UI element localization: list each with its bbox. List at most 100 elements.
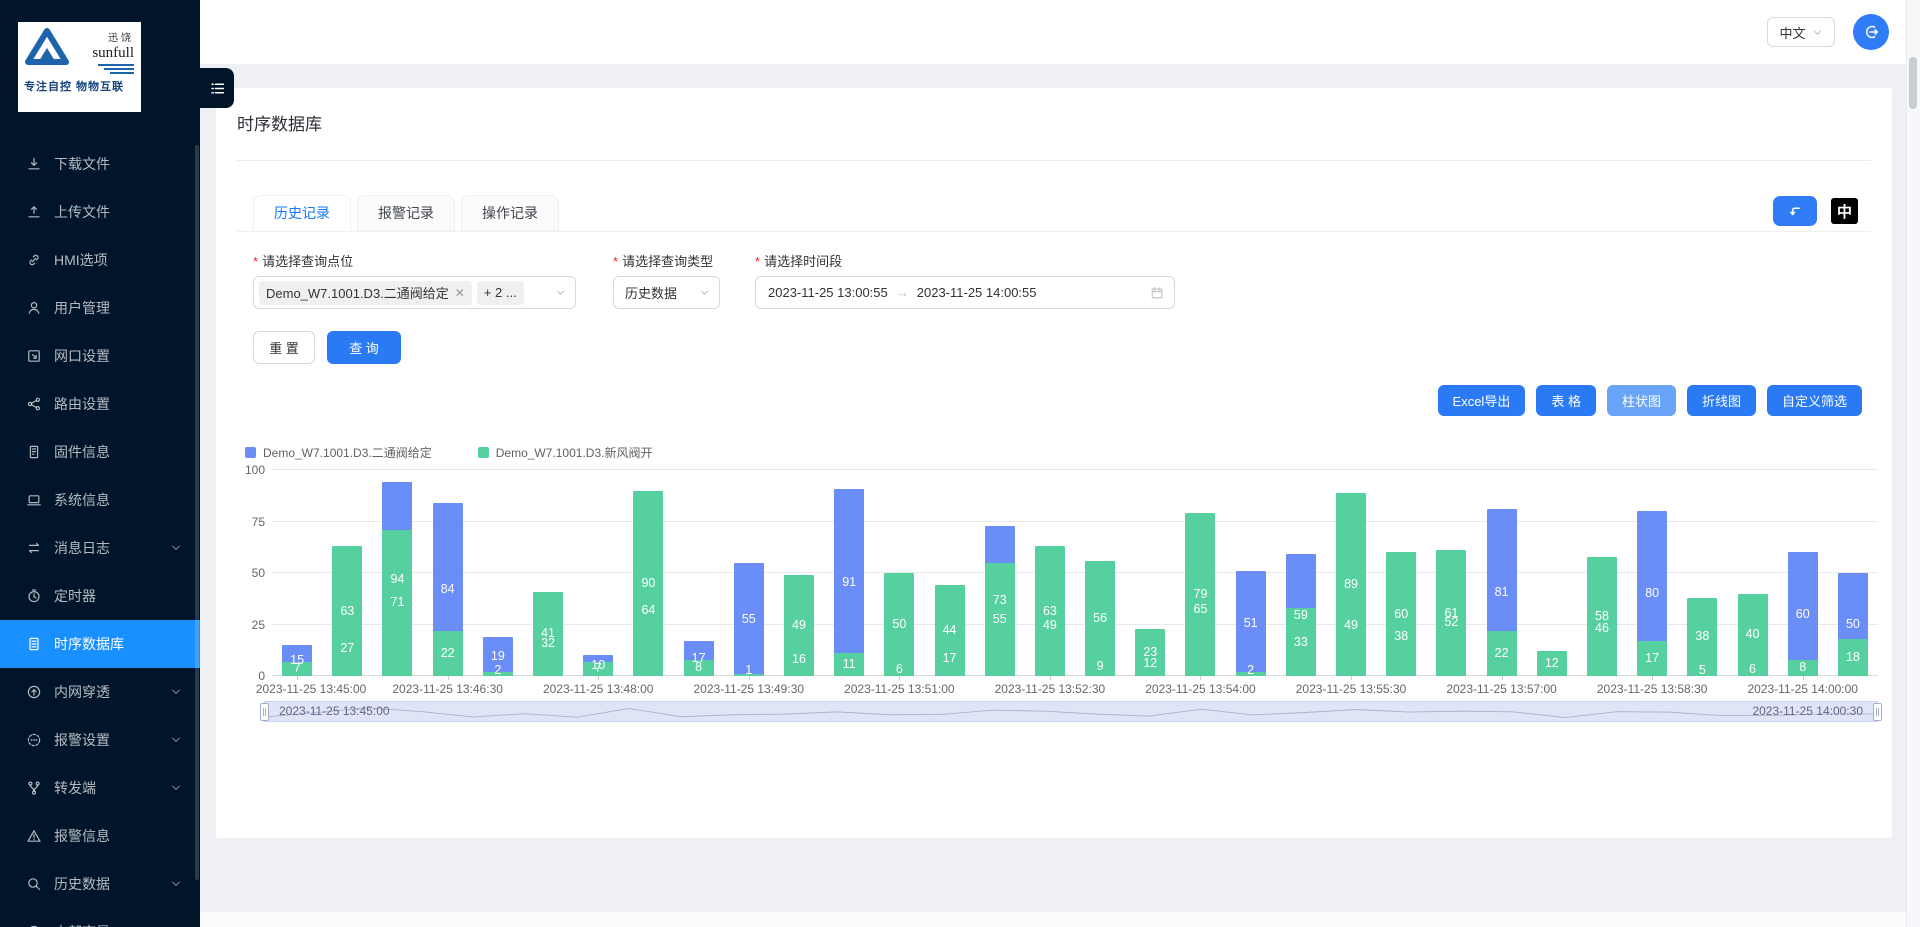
page-scrollbar-thumb[interactable] <box>1909 57 1917 109</box>
sidebar-item-firmware[interactable]: 固件信息 <box>0 428 200 476</box>
sidebar-collapse-button[interactable] <box>200 68 234 108</box>
sidebar-item-alarm-info[interactable]: 报警信息 <box>0 812 200 860</box>
sidebar-item-label: 转发端 <box>54 778 96 798</box>
translate-button[interactable]: 中 <box>1831 198 1858 224</box>
logout-button[interactable] <box>1853 14 1889 50</box>
bar-value-blue: 6 <box>1731 662 1775 677</box>
tab-bar: 历史记录报警记录操作记录 <box>253 195 559 231</box>
y-axis-label: 0 <box>231 669 265 683</box>
chevron-down-icon <box>170 878 182 890</box>
sidebar-item-upload[interactable]: 上传文件 <box>0 188 200 236</box>
required-asterisk: * <box>253 254 258 269</box>
sidebar-scrollbar[interactable] <box>195 145 199 880</box>
chevron-down-icon <box>170 542 182 554</box>
bar-value-blue: 81 <box>1480 585 1524 600</box>
bar-value-green: 2 <box>476 663 520 678</box>
sidebar-item-message-log[interactable]: 消息日志 <box>0 524 200 572</box>
language-select[interactable]: 中文 <box>1767 17 1835 47</box>
range-arrow-icon: → <box>888 285 917 300</box>
bar-value-blue: 94 <box>375 572 419 587</box>
sidebar-item-label: 路由设置 <box>54 394 110 414</box>
query-type-select[interactable]: 历史数据 <box>613 276 720 309</box>
bar-value-blue: 49 <box>1329 618 1373 633</box>
system-info-icon <box>26 492 42 508</box>
action-button-自定义筛选[interactable]: 自定义筛选 <box>1767 385 1862 416</box>
tab-报警记录[interactable]: 报警记录 <box>357 195 455 231</box>
query-button[interactable]: 查 询 <box>327 331 401 364</box>
chevron-down-icon <box>170 782 182 794</box>
bar-value-green: 17 <box>1630 651 1674 666</box>
legend-item[interactable]: Demo_W7.1001.D3.二通阀给定 <box>245 444 432 461</box>
logo-brand: sunfull <box>92 45 134 62</box>
sidebar-item-label: 时序数据库 <box>54 634 124 654</box>
sidebar-item-download[interactable]: 下载文件 <box>0 140 200 188</box>
legend-swatch <box>245 447 256 458</box>
reset-button[interactable]: 重 置 <box>253 331 315 364</box>
bar-value-green: 11 <box>827 657 871 672</box>
bar-value-blue: 49 <box>1028 618 1072 633</box>
language-value: 中文 <box>1779 23 1805 42</box>
x-axis-tick <box>448 676 449 680</box>
action-button-Excel导出[interactable]: Excel导出 <box>1438 385 1526 416</box>
y-axis-label: 50 <box>231 566 265 580</box>
timer-icon <box>26 588 42 604</box>
tab-操作记录[interactable]: 操作记录 <box>461 195 559 231</box>
x-axis-label: 2023-11-25 13:48:00 <box>523 682 673 696</box>
calendar-icon <box>1150 286 1164 300</box>
bar-value-green: 60 <box>1379 607 1423 622</box>
x-axis-label: 2023-11-25 14:00:00 <box>1728 682 1878 696</box>
bar-value-green: 23 <box>1128 645 1172 660</box>
sidebar-item-alarm-settings[interactable]: 报警设置 <box>0 716 200 764</box>
y-axis-label: 25 <box>231 618 265 632</box>
bar-value-blue: 55 <box>727 612 771 627</box>
tab-历史记录[interactable]: 历史记录 <box>253 195 351 231</box>
page-title: 时序数据库 <box>237 110 322 135</box>
datazoom-slider[interactable]: 2023-11-25 13:45:002023-11-25 14:00:30 <box>264 701 1878 722</box>
bar-value-green: 89 <box>1329 577 1373 592</box>
sidebar-item-variable[interactable]: 内部变量 <box>0 908 200 927</box>
action-button-柱状图[interactable]: 柱状图 <box>1607 385 1676 416</box>
sidebar-item-forwarder[interactable]: 转发端 <box>0 764 200 812</box>
sidebar-item-route[interactable]: 路由设置 <box>0 380 200 428</box>
tag-remove-icon[interactable]: ✕ <box>455 287 465 299</box>
sidebar-item-hmi-link[interactable]: HMI选项 <box>0 236 200 284</box>
x-axis-tick <box>749 676 750 680</box>
sidebar-item-user[interactable]: 用户管理 <box>0 284 200 332</box>
sidebar-menu: 下载文件上传文件HMI选项用户管理网口设置路由设置固件信息系统信息消息日志定时器… <box>0 140 200 927</box>
bar-value-green: 12 <box>1530 656 1574 671</box>
chevron-down-icon <box>699 287 710 298</box>
datazoom-left-handle[interactable] <box>260 703 269 721</box>
x-axis-tick <box>899 676 900 680</box>
x-axis-label: 2023-11-25 13:52:30 <box>975 682 1125 696</box>
time-range-picker[interactable]: 2023-11-25 13:00:55 → 2023-11-25 14:00:5… <box>755 276 1175 309</box>
datazoom-right-handle[interactable] <box>1873 703 1882 721</box>
legend-item[interactable]: Demo_W7.1001.D3.新风阀开 <box>478 444 653 461</box>
sidebar-item-timer[interactable]: 定时器 <box>0 572 200 620</box>
chevron-down-icon <box>1812 27 1823 38</box>
x-axis-tick <box>598 676 599 680</box>
point-multiselect[interactable]: Demo_W7.1001.D3.二通阀给定 ✕ + 2 ... <box>253 276 576 309</box>
tabbar-underline <box>237 231 1871 232</box>
required-asterisk: * <box>755 254 760 269</box>
type-field-label: *请选择查询类型 <box>613 251 713 270</box>
bar-value-green: 7 <box>275 661 319 676</box>
x-axis-tick <box>1803 676 1804 680</box>
sidebar-item-system-info[interactable]: 系统信息 <box>0 476 200 524</box>
range-start-value[interactable]: 2023-11-25 13:00:55 <box>768 285 888 300</box>
sidebar-item-label: 网口设置 <box>54 346 110 366</box>
action-button-表 格[interactable]: 表 格 <box>1536 385 1596 416</box>
bar-value-blue: 80 <box>1630 586 1674 601</box>
sidebar-item-history-search[interactable]: 历史数据 <box>0 860 200 908</box>
legend-swatch <box>478 447 489 458</box>
bar-value-blue: 60 <box>1781 607 1825 622</box>
return-button[interactable] <box>1773 196 1817 226</box>
range-end-value[interactable]: 2023-11-25 14:00:55 <box>917 285 1037 300</box>
sidebar-item-nat[interactable]: 内网穿透 <box>0 668 200 716</box>
action-button-折线图[interactable]: 折线图 <box>1687 385 1756 416</box>
sidebar-item-label: 消息日志 <box>54 538 110 558</box>
sidebar-item-tsdb[interactable]: 时序数据库 <box>0 620 200 668</box>
sidebar-item-network-port[interactable]: 网口设置 <box>0 332 200 380</box>
bar-value-blue: 17 <box>928 651 972 666</box>
sidebar-item-label: 用户管理 <box>54 298 110 318</box>
datazoom-end-label: 2023-11-25 14:00:30 <box>1752 704 1863 718</box>
